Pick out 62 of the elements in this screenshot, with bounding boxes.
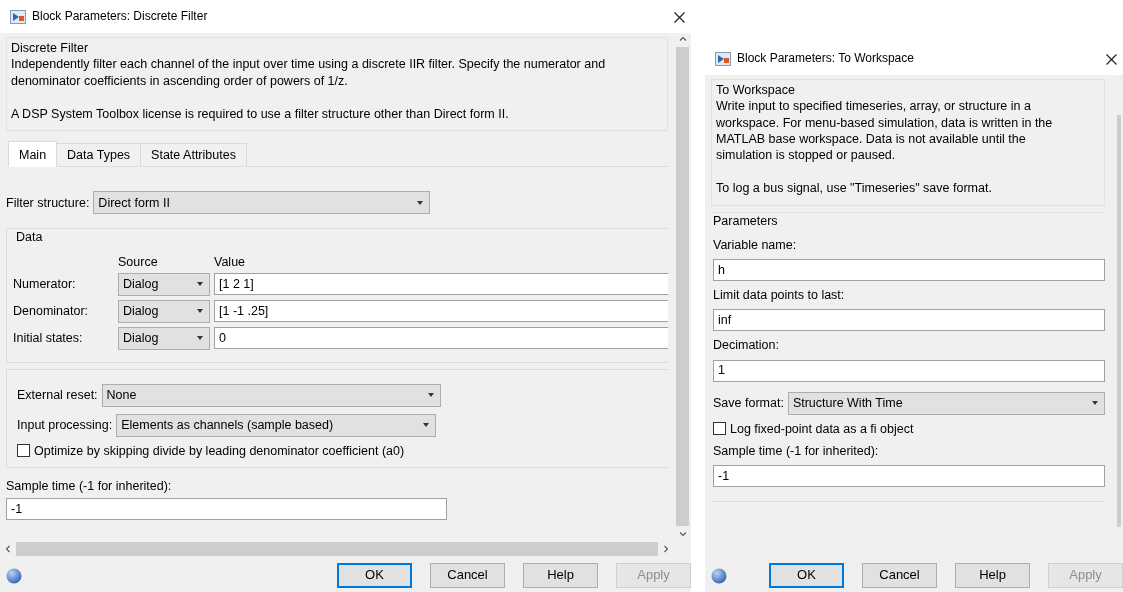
help-icon[interactable]: [6, 567, 22, 584]
value-field[interactable]: [1 -1 .25]: [214, 300, 668, 323]
input-field[interactable]: inf: [713, 309, 1105, 332]
field-label: Filter structure:: [6, 194, 90, 211]
value-field[interactable]: [1 2 1]: [214, 273, 668, 296]
window-title: Block Parameters: To Workspace: [737, 50, 914, 67]
source-dropdown[interactable]: Dialog: [118, 272, 210, 296]
dialog-button[interactable]: Help: [523, 563, 598, 588]
column-header: Source: [118, 253, 159, 270]
column-header: Value: [214, 253, 246, 270]
checkbox[interactable]: [17, 444, 30, 458]
field-label: External reset:: [17, 387, 98, 404]
description-text: Independently filter each channel of the input over time using a discrete IIR filter. Specify the numerator and denominator coefficients in ascending order of powers of 1/z.: [11, 56, 607, 89]
dialog-button[interactable]: Cancel: [862, 563, 937, 588]
description-text: A DSP System Toolbox license is required to use a filter structure other than Direct form II.: [11, 105, 510, 122]
scroll-left-icon[interactable]: [4, 544, 12, 553]
input-field[interactable]: 1: [713, 359, 1105, 382]
group-title: Discrete Filter: [11, 40, 90, 57]
vertical-scrollbar[interactable]: [1117, 115, 1121, 527]
checkbox-label: Optimize by skipping divide by leading denominator coefficient (a0): [34, 442, 405, 459]
external-reset-dropdown[interactable]: None: [101, 383, 441, 407]
field-label: Save format:: [713, 394, 784, 412]
close-icon[interactable]: [674, 12, 685, 23]
dialog-button[interactable]: Cancel: [430, 563, 505, 588]
scroll-down-icon[interactable]: [678, 530, 687, 538]
input-field[interactable]: h: [713, 259, 1105, 281]
field-label: Variable name:: [713, 236, 798, 253]
close-icon[interactable]: [1106, 54, 1117, 65]
value-field[interactable]: 0: [214, 327, 668, 350]
field-label: Sample time (-1 for inherited):: [713, 442, 880, 459]
field-label: Numerator:: [13, 276, 77, 293]
description-text: Write input to specified timeseries, array, or structure in a workspace. For menu-based simulation, data is written in the MATLAB base workspace. Data is not available until the simulation is stopped or paused.: [716, 98, 1054, 164]
field-label: Limit data points to last:: [713, 287, 846, 304]
tab[interactable]: State Attributes: [140, 143, 247, 167]
input-processing-dropdown[interactable]: Elements as channels (sample based): [116, 413, 437, 437]
window-title: Block Parameters: Discrete Filter: [32, 8, 208, 25]
simulink-block-icon: [10, 9, 26, 24]
field-label: Sample time (-1 for inherited):: [6, 478, 173, 495]
field-label: Decimation:: [713, 337, 780, 354]
simulink-block-icon: [715, 51, 731, 66]
vertical-scrollbar[interactable]: [674, 33, 691, 540]
scroll-up-icon[interactable]: [678, 35, 687, 43]
input-field[interactable]: -1: [713, 465, 1105, 487]
checkbox-label: Log fixed-point data as a fi object: [730, 420, 914, 437]
tab[interactable]: Main: [8, 141, 58, 168]
help-icon[interactable]: [711, 567, 727, 584]
dialog-button[interactable]: OK: [337, 563, 412, 588]
group-title: To Workspace: [716, 82, 796, 99]
sample-time-field[interactable]: -1: [6, 498, 447, 521]
field-label: Initial states:: [13, 330, 84, 347]
field-label: Denominator:: [13, 303, 90, 320]
source-dropdown[interactable]: Dialog: [118, 326, 210, 350]
dialog-button[interactable]: OK: [769, 563, 844, 588]
source-dropdown[interactable]: Dialog: [118, 299, 210, 323]
filter-structure-dropdown[interactable]: Direct form II: [93, 191, 431, 215]
dialog-button[interactable]: Help: [955, 563, 1030, 588]
scroll-right-icon[interactable]: [662, 544, 670, 553]
description-text: To log a bus signal, use "Timeseries" save format.: [716, 180, 993, 197]
checkbox[interactable]: [713, 422, 726, 436]
save-format-dropdown[interactable]: Structure With Time: [787, 391, 1105, 415]
field-label: Input processing:: [17, 417, 113, 434]
group-title: Parameters: [713, 212, 779, 229]
